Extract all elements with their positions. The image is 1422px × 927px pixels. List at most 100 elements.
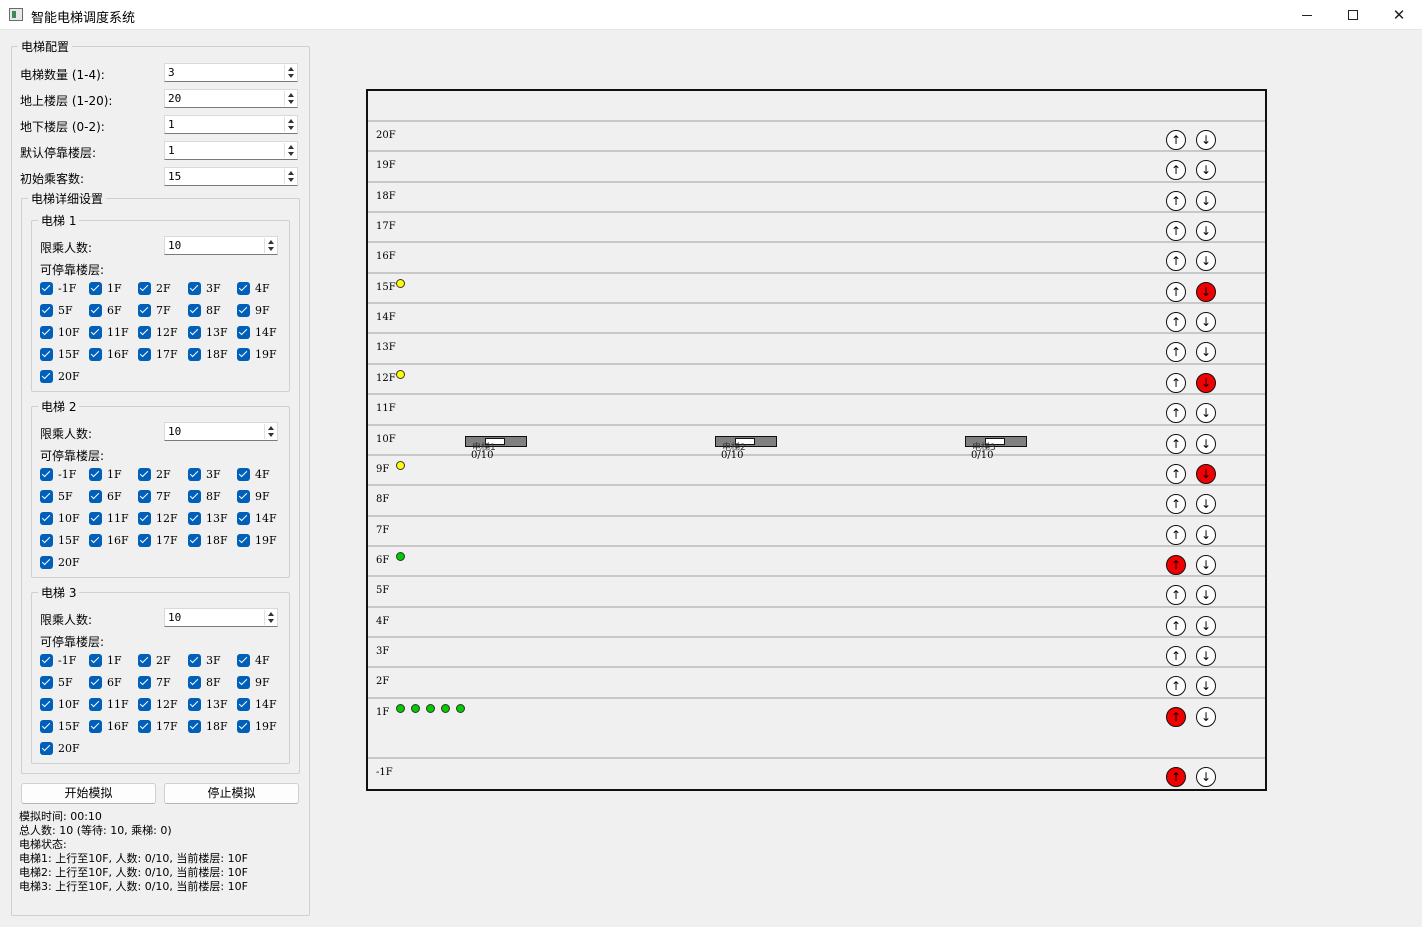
checkbox-checked-icon[interactable] <box>40 741 53 755</box>
floor-checkbox[interactable]: 19F <box>237 533 277 547</box>
floor-checkbox[interactable]: 19F <box>237 719 277 733</box>
checkbox-checked-icon[interactable] <box>89 697 102 711</box>
checkbox-checked-icon[interactable] <box>138 697 151 711</box>
floor-checkbox[interactable]: 16F <box>89 719 129 733</box>
spin-up-icon[interactable] <box>288 145 294 149</box>
floor-checkbox[interactable]: 1F <box>89 467 122 481</box>
checkbox-checked-icon[interactable] <box>138 325 151 339</box>
call-up-button[interactable]: ↑ <box>1166 221 1186 242</box>
checkbox-checked-icon[interactable] <box>237 489 250 503</box>
call-up-button[interactable]: ↑ <box>1166 160 1186 181</box>
call-down-button[interactable]: ↓ <box>1196 372 1216 393</box>
call-down-button[interactable]: ↓ <box>1196 645 1216 666</box>
start-simulation-button[interactable]: 开始模拟 <box>21 783 156 804</box>
call-down-button[interactable]: ↓ <box>1196 251 1216 272</box>
floor-checkbox[interactable]: 3F <box>188 281 221 295</box>
floor-checkbox[interactable]: 13F <box>188 697 228 711</box>
floor-checkbox[interactable]: 5F <box>40 489 73 503</box>
floor-checkbox[interactable]: 13F <box>188 325 228 339</box>
checkbox-checked-icon[interactable] <box>188 347 201 361</box>
floor-checkbox[interactable]: 5F <box>40 675 73 689</box>
checkbox-checked-icon[interactable] <box>188 533 201 547</box>
call-down-button[interactable]: ↓ <box>1196 494 1216 515</box>
config-spinbox[interactable]: 15 <box>164 167 298 186</box>
spin-down-icon[interactable] <box>268 247 274 251</box>
floor-checkbox[interactable]: 17F <box>138 533 178 547</box>
checkbox-checked-icon[interactable] <box>188 489 201 503</box>
call-up-button[interactable]: ↑ <box>1166 372 1186 393</box>
spin-down-icon[interactable] <box>288 100 294 104</box>
call-down-button[interactable]: ↓ <box>1196 524 1216 545</box>
checkbox-checked-icon[interactable] <box>237 303 250 317</box>
call-up-button[interactable]: ↑ <box>1166 706 1186 727</box>
floor-checkbox[interactable]: -1F <box>40 467 76 481</box>
spin-arrows[interactable] <box>264 424 276 439</box>
checkbox-checked-icon[interactable] <box>40 675 53 689</box>
call-down-button[interactable]: ↓ <box>1196 767 1216 788</box>
checkbox-checked-icon[interactable] <box>89 533 102 547</box>
checkbox-checked-icon[interactable] <box>188 303 201 317</box>
checkbox-checked-icon[interactable] <box>89 653 102 667</box>
spin-down-icon[interactable] <box>268 619 274 623</box>
floor-checkbox[interactable]: 9F <box>237 303 270 317</box>
floor-checkbox[interactable]: 10F <box>40 697 80 711</box>
checkbox-checked-icon[interactable] <box>138 533 151 547</box>
floor-checkbox[interactable]: 6F <box>89 489 122 503</box>
floor-checkbox[interactable]: 16F <box>89 347 129 361</box>
floor-checkbox[interactable]: 11F <box>89 511 129 525</box>
spin-arrows[interactable] <box>284 117 296 132</box>
call-up-button[interactable]: ↑ <box>1166 190 1186 211</box>
checkbox-checked-icon[interactable] <box>237 467 250 481</box>
call-down-button[interactable]: ↓ <box>1196 676 1216 697</box>
call-down-button[interactable]: ↓ <box>1196 130 1216 150</box>
capacity-spinbox[interactable]: 10 <box>164 422 278 441</box>
checkbox-checked-icon[interactable] <box>138 281 151 295</box>
checkbox-checked-icon[interactable] <box>237 511 250 525</box>
floor-checkbox[interactable]: 5F <box>40 303 73 317</box>
checkbox-checked-icon[interactable] <box>89 303 102 317</box>
floor-checkbox[interactable]: 7F <box>138 489 171 503</box>
call-up-button[interactable]: ↑ <box>1166 130 1186 150</box>
floor-checkbox[interactable]: 20F <box>40 741 80 755</box>
spin-arrows[interactable] <box>284 169 296 184</box>
checkbox-checked-icon[interactable] <box>89 467 102 481</box>
call-up-button[interactable]: ↑ <box>1166 554 1186 575</box>
call-up-button[interactable]: ↑ <box>1166 585 1186 606</box>
floor-checkbox[interactable]: 10F <box>40 511 80 525</box>
checkbox-checked-icon[interactable] <box>188 719 201 733</box>
floor-checkbox[interactable]: 8F <box>188 303 221 317</box>
call-up-button[interactable]: ↑ <box>1166 312 1186 333</box>
call-up-button[interactable]: ↑ <box>1166 767 1186 788</box>
call-down-button[interactable]: ↓ <box>1196 463 1216 484</box>
call-down-button[interactable]: ↓ <box>1196 281 1216 302</box>
floor-checkbox[interactable]: 9F <box>237 489 270 503</box>
checkbox-checked-icon[interactable] <box>40 467 53 481</box>
checkbox-checked-icon[interactable] <box>138 347 151 361</box>
floor-checkbox[interactable]: 18F <box>188 719 228 733</box>
floor-checkbox[interactable]: 18F <box>188 533 228 547</box>
call-down-button[interactable]: ↓ <box>1196 403 1216 424</box>
floor-checkbox[interactable]: 14F <box>237 325 277 339</box>
floor-checkbox[interactable]: 15F <box>40 533 80 547</box>
config-spinbox[interactable]: 3 <box>164 63 298 82</box>
spin-down-icon[interactable] <box>268 433 274 437</box>
checkbox-checked-icon[interactable] <box>237 281 250 295</box>
call-up-button[interactable]: ↑ <box>1166 403 1186 424</box>
floor-checkbox[interactable]: 7F <box>138 675 171 689</box>
floor-checkbox[interactable]: 12F <box>138 325 178 339</box>
capacity-spinbox[interactable]: 10 <box>164 236 278 255</box>
checkbox-checked-icon[interactable] <box>237 719 250 733</box>
spin-arrows[interactable] <box>284 65 296 80</box>
spin-up-icon[interactable] <box>288 67 294 71</box>
checkbox-checked-icon[interactable] <box>237 325 250 339</box>
floor-checkbox[interactable]: 2F <box>138 467 171 481</box>
checkbox-checked-icon[interactable] <box>40 511 53 525</box>
checkbox-checked-icon[interactable] <box>237 653 250 667</box>
config-spinbox[interactable]: 20 <box>164 89 298 108</box>
call-up-button[interactable]: ↑ <box>1166 281 1186 302</box>
call-up-button[interactable]: ↑ <box>1166 676 1186 697</box>
floor-checkbox[interactable]: -1F <box>40 653 76 667</box>
floor-checkbox[interactable]: 11F <box>89 697 129 711</box>
checkbox-checked-icon[interactable] <box>89 675 102 689</box>
floor-checkbox[interactable]: 2F <box>138 653 171 667</box>
